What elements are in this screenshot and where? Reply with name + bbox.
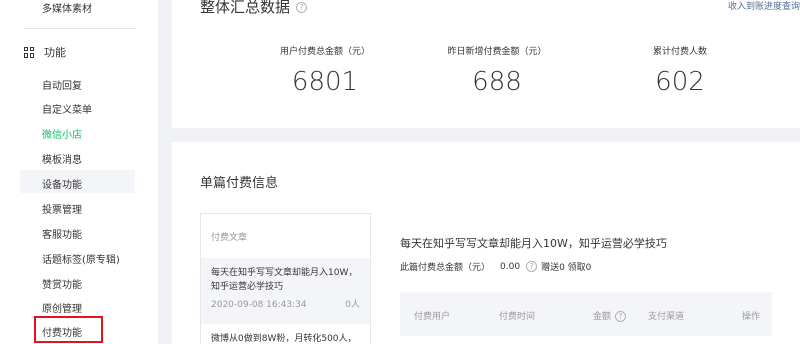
col-amount: 金额? bbox=[593, 309, 627, 322]
col-pay-channel: 支付渠道 bbox=[648, 312, 685, 322]
sidebar-item-auto-reply[interactable]: 自动回复 bbox=[42, 77, 82, 92]
sidebar-item-voting[interactable]: 投票管理 bbox=[42, 201, 82, 216]
summary-title-text: 整体汇总数据 bbox=[200, 0, 291, 16]
stat-yesterday-paid: 昨日新增付费金额（元） 688 bbox=[437, 44, 557, 97]
detail-total-value: 0.00 bbox=[500, 261, 521, 272]
stat-label: 用户付费总金额（元） bbox=[279, 47, 370, 57]
detail-gift-text: 赠送0 领取0 bbox=[541, 263, 592, 273]
help-icon[interactable]: ? bbox=[615, 311, 627, 322]
article-item-selected[interactable]: 每天在知乎写写文章却能月入10W，知乎运营必学技巧 2020-09-08 16:… bbox=[201, 258, 370, 324]
income-progress-link[interactable]: 收入到账进度查询 bbox=[728, 0, 800, 12]
sidebar-item-reward[interactable]: 赞赏功能 bbox=[42, 276, 82, 291]
col-amount-label: 金额 bbox=[593, 312, 612, 322]
sidebar-item-device[interactable]: 设备功能 bbox=[42, 176, 82, 191]
article-count: 0人 bbox=[345, 300, 360, 310]
article-date: 2020-09-08 16:43:34 bbox=[211, 300, 307, 310]
stat-value: 688 bbox=[472, 67, 522, 97]
detail-summary: 此篇付费总金额（元） 0.00 ? 赠送0 领取0 bbox=[400, 260, 591, 273]
sidebar-item-original[interactable]: 原创管理 bbox=[42, 300, 82, 315]
article-list: 付费文章 每天在知乎写写文章却能月入10W，知乎运营必学技巧 2020-09-0… bbox=[200, 213, 371, 344]
article-meta: 2020-09-08 16:43:34 0人 bbox=[211, 298, 360, 312]
sidebar-item-customer-service[interactable]: 客服功能 bbox=[42, 226, 82, 241]
col-paid-user: 付费用户 bbox=[414, 312, 451, 322]
single-article-card: 单篇付费信息 付费文章 每天在知乎写写文章却能月入10W，知乎运营必学技巧 20… bbox=[172, 142, 800, 344]
stat-value: 602 bbox=[655, 67, 705, 97]
highlight-box bbox=[34, 316, 103, 343]
stat-total-payers: 累计付费人数 602 bbox=[620, 44, 740, 97]
col-paid-time: 付费时间 bbox=[499, 312, 536, 322]
sidebar-item-template-msg[interactable]: 模板消息 bbox=[42, 151, 82, 166]
summary-title: 整体汇总数据? bbox=[200, 0, 308, 17]
sidebar-section-features[interactable]: 功能 bbox=[24, 44, 66, 60]
article-title: 每天在知乎写写文章却能月入10W，知乎运营必学技巧 bbox=[211, 268, 358, 292]
stat-label: 昨日新增付费金额（元） bbox=[447, 47, 547, 57]
sidebar-section-label: 功能 bbox=[44, 46, 66, 59]
help-icon[interactable]: ? bbox=[296, 2, 308, 13]
table-header: 付费用户 付费时间 金额? 支付渠道 操作 bbox=[400, 292, 772, 336]
detail-title: 每天在知乎写写文章却能月入10W，知乎运营必学技巧 bbox=[400, 237, 667, 250]
stat-label: 累计付费人数 bbox=[652, 47, 707, 57]
section-title: 单篇付费信息 bbox=[200, 176, 279, 191]
sidebar-item-media[interactable]: 多媒体素材 bbox=[42, 0, 92, 15]
article-list-header: 付费文章 bbox=[211, 233, 248, 243]
article-item[interactable]: 微博从0做到8W粉，月转化500人， bbox=[201, 324, 370, 344]
grid-icon bbox=[24, 46, 35, 58]
help-icon[interactable]: ? bbox=[526, 261, 538, 272]
sidebar-item-topic-tags[interactable]: 话题标签(原专辑) bbox=[42, 251, 120, 266]
sidebar: 多媒体素材 功能 自动回复 自定义菜单 微信小店 模板消息 设备功能 投票管理 … bbox=[0, 0, 158, 344]
sidebar-divider bbox=[24, 28, 136, 29]
col-actions: 操作 bbox=[742, 312, 761, 322]
sidebar-item-wechat-store[interactable]: 微信小店 bbox=[42, 126, 82, 141]
article-title: 微博从0做到8W粉，月转化500人， bbox=[211, 334, 357, 344]
summary-card: 整体汇总数据? 收入到账进度查询 用户付费总金额（元） 6801 昨日新增付费金… bbox=[172, 0, 800, 128]
stat-total-paid: 用户付费总金额（元） 6801 bbox=[265, 44, 385, 97]
detail-total-label: 此篇付费总金额（元） bbox=[400, 263, 491, 273]
stat-value: 6801 bbox=[291, 67, 359, 97]
sidebar-item-custom-menu[interactable]: 自定义菜单 bbox=[42, 101, 92, 116]
